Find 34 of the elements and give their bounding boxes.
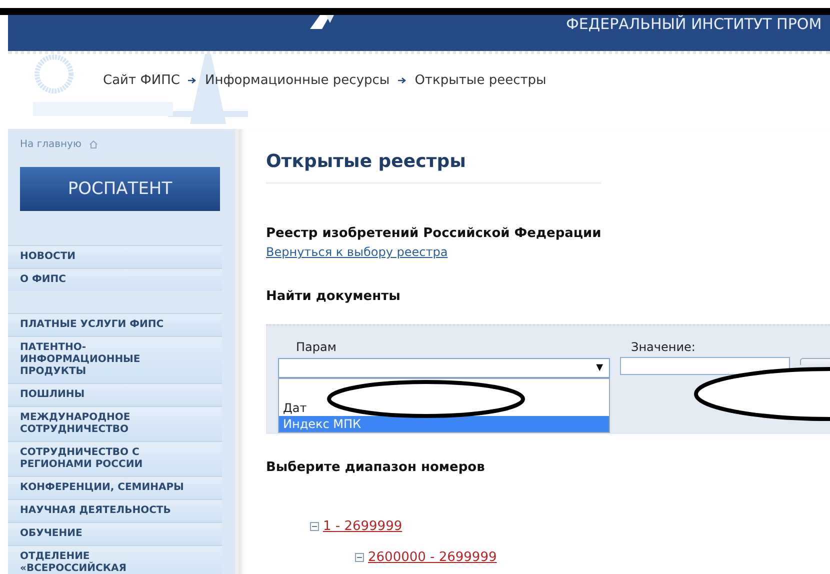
menu-item[interactable]: ПОШЛИНЫ <box>8 383 222 406</box>
section-heading: Найти документы <box>266 289 402 304</box>
home-icon <box>89 140 98 148</box>
menu-item[interactable]: ОБУЧЕНИЕ <box>8 522 222 545</box>
breadcrumb-link[interactable]: Сайт ФИПС <box>103 73 180 88</box>
back-link[interactable]: Вернуться к выбору реестра <box>266 245 448 259</box>
menu-item[interactable]: ПЛАТНЫЕ УСЛУГИ ФИПС <box>8 313 222 336</box>
menu-item[interactable]: НАУЧНАЯ ДЕЯТЕЛЬНОСТЬ <box>8 499 222 522</box>
parameter-select[interactable]: ▼ <box>278 358 610 378</box>
value-input[interactable] <box>620 357 790 375</box>
range-link[interactable]: 1 - 2699999 <box>323 519 402 534</box>
menu-item[interactable]: О ФИПС <box>8 268 222 291</box>
menu-item[interactable]: НОВОСТИ <box>8 245 222 268</box>
page-title: Открытые реестры <box>266 151 601 184</box>
menu-item[interactable]: СОТРУДНИЧЕСТВО С РЕГИОНАМИ РОССИИ <box>8 441 222 476</box>
rospatent-banner[interactable]: РОСПАТЕНТ <box>20 167 220 211</box>
menu-item[interactable]: КОНФЕРЕНЦИИ, СЕМИНАРЫ <box>8 476 222 499</box>
arrow-icon <box>188 77 197 84</box>
breadcrumb-link[interactable]: Открытые реестры <box>414 73 546 88</box>
site-subtitle: ФЕДЕРАЛЬНЫЙ ИНСТИТУТ ПРОМ <box>566 15 822 33</box>
range-link[interactable]: 2600000 - 2699999 <box>368 550 497 565</box>
arrow-icon <box>398 77 407 84</box>
field-label: Парам <box>296 340 336 354</box>
dropdown-arrow: ▼ <box>596 363 604 373</box>
menu-item[interactable]: ОТДЕЛЕНИЕ «ВСЕРОССИЙСКАЯ <box>8 545 222 574</box>
dropdown-option[interactable]: Индекс МПК <box>279 416 609 432</box>
section-heading: Выберите диапазон номеров <box>266 460 486 475</box>
registry-title: Реестр изобретений Российской Федерации <box>266 226 602 241</box>
collapse-icon[interactable] <box>310 522 319 531</box>
menu-item[interactable]: ПАТЕНТНО-ИНФОРМАЦИОННЫЕ ПРОДУКТЫ <box>8 336 222 383</box>
breadcrumb-link[interactable]: Информационные ресурсы <box>204 73 390 88</box>
collapse-icon[interactable] <box>355 553 364 562</box>
menu-item[interactable]: МЕЖДУНАРОДНОЕ СОТРУДНИЧЕСТВО <box>8 406 222 441</box>
field-label: Значение: <box>631 340 696 354</box>
